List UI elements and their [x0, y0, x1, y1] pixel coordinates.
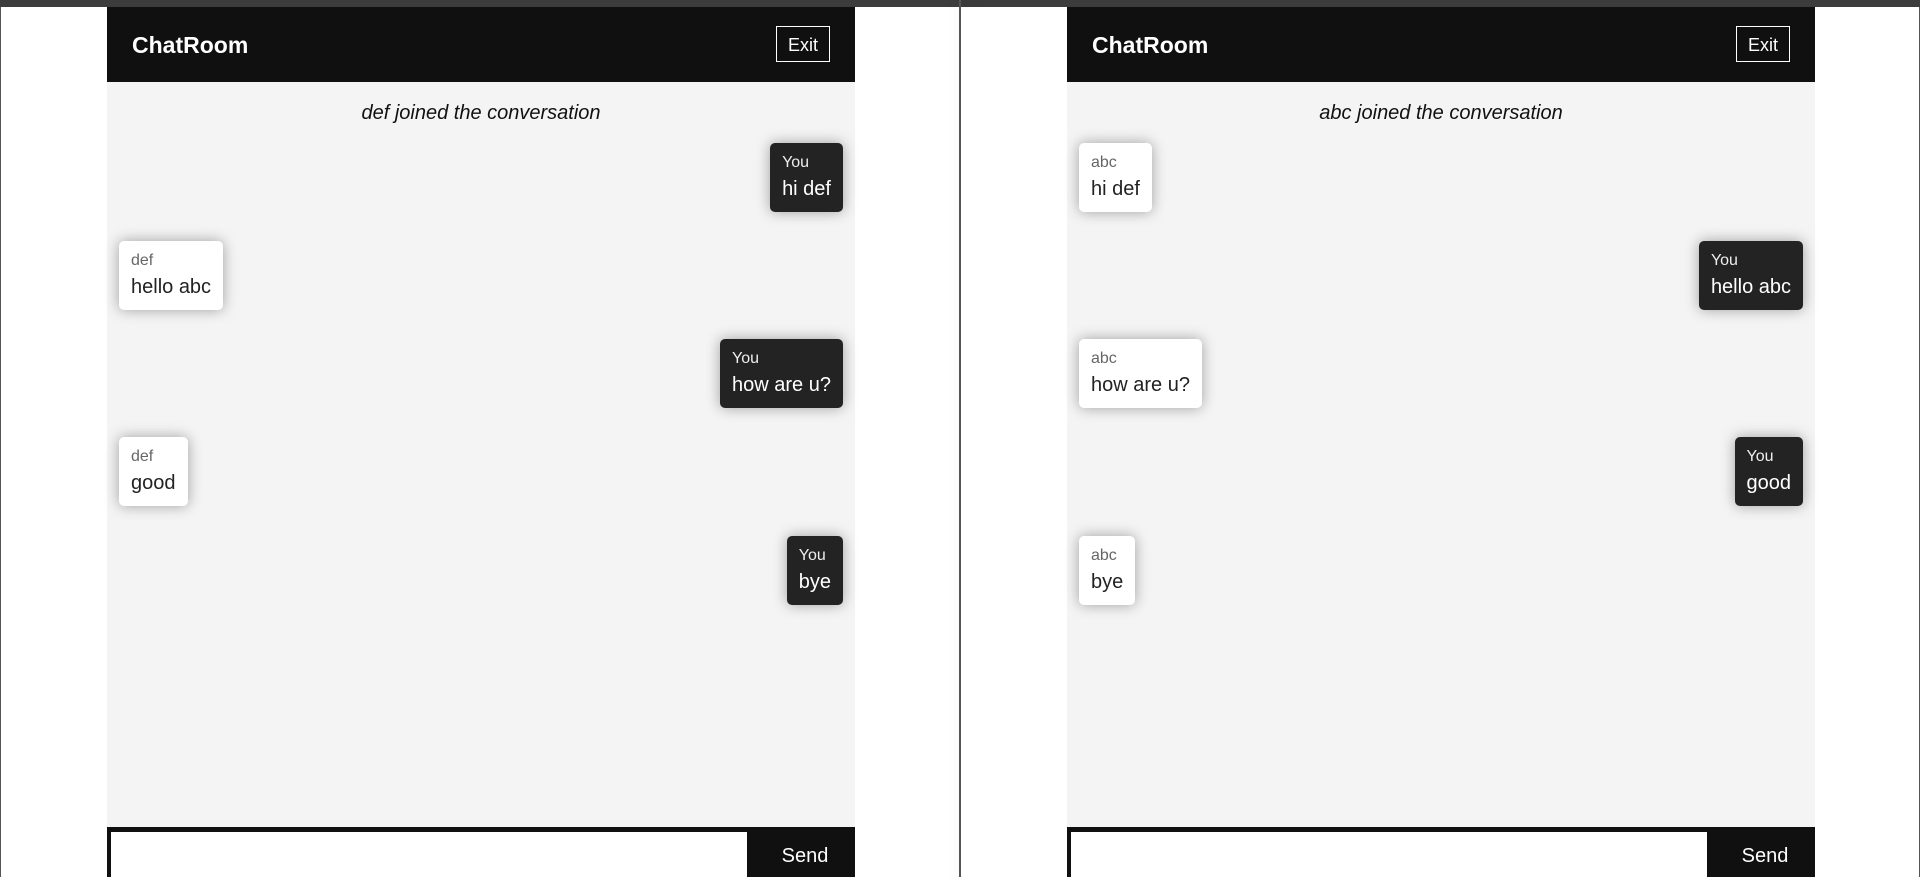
chat-header: ChatRoom Exit [1067, 7, 1815, 82]
message-bubble: abc hi def [1079, 143, 1152, 212]
message-bubble: You hi def [770, 143, 843, 212]
app-title: ChatRoom [132, 32, 249, 58]
send-button[interactable]: Send [755, 827, 855, 877]
message-bubble: You bye [786, 536, 843, 605]
message-composer: Send [1067, 827, 1815, 877]
exit-button[interactable]: Exit [775, 26, 830, 62]
chat-header: ChatRoom Exit [107, 7, 855, 82]
message-text: bye [1091, 571, 1124, 593]
message-text: how are u? [1091, 374, 1190, 396]
message-bubble: You hello abc [1698, 241, 1803, 310]
right-window: ChatRoom Exit abc joined the conversatio… [961, 7, 1920, 877]
message-bubble: def good [119, 437, 188, 506]
message-bubble: abc bye [1079, 536, 1136, 605]
message-composer: Send [107, 827, 855, 877]
message-bubble: abc how are u? [1079, 339, 1202, 408]
message-bubble: You good [1734, 437, 1803, 506]
message-sender: def [131, 448, 154, 465]
exit-button[interactable]: Exit [1735, 26, 1790, 62]
app-title: ChatRoom [1092, 32, 1209, 58]
send-button[interactable]: Send [1715, 827, 1815, 877]
chat-app: ChatRoom Exit def joined the conversatio… [107, 7, 855, 877]
message-text: hi def [1091, 178, 1140, 200]
join-notice: abc joined the conversation [1319, 102, 1563, 124]
message-sender: abc [1091, 350, 1117, 367]
message-sender: def [131, 252, 154, 269]
message-text: hi def [782, 178, 831, 200]
left-window: ChatRoom Exit def joined the conversatio… [0, 7, 959, 877]
message-sender: You [1746, 448, 1774, 465]
message-bubble: You how are u? [720, 339, 843, 408]
message-bubble: def hello abc [119, 241, 224, 310]
chat-app: ChatRoom Exit abc joined the conversatio… [1067, 7, 1815, 877]
message-sender: You [798, 547, 826, 564]
message-text: how are u? [732, 374, 831, 396]
message-sender: abc [1091, 154, 1117, 171]
message-input[interactable] [1069, 830, 1709, 877]
message-text: good [131, 472, 176, 494]
message-text: hello abc [1710, 276, 1791, 298]
message-sender: You [1710, 252, 1738, 269]
message-text: hello abc [131, 276, 212, 298]
message-text: bye [798, 571, 831, 593]
message-text: good [1746, 472, 1792, 494]
message-sender: abc [1091, 547, 1117, 564]
join-notice: def joined the conversation [361, 102, 601, 124]
message-sender: You [732, 350, 760, 367]
message-input[interactable] [109, 830, 749, 877]
message-sender: You [782, 154, 810, 171]
